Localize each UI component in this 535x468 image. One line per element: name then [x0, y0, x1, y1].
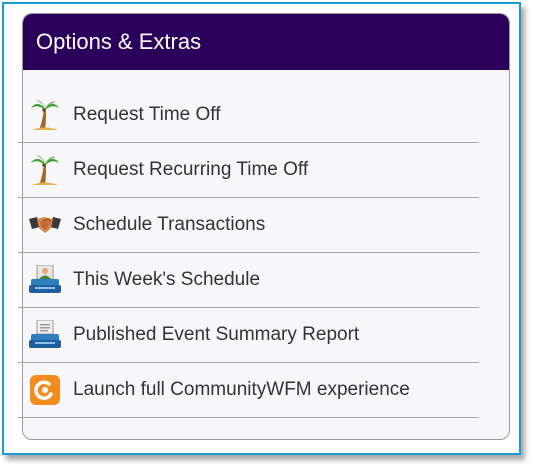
this-weeks-schedule-label: This Week's Schedule: [73, 269, 261, 290]
request-recurring-time-off-label: Request Recurring Time Off: [73, 159, 309, 180]
options-list: Request Time Off Request Recurring Time …: [18, 88, 479, 418]
launch-communitywfm-label: Launch full CommunityWFM experience: [73, 379, 410, 400]
this-weeks-schedule-link[interactable]: This Week's Schedule: [18, 253, 479, 308]
schedule-transactions-label: Schedule Transactions: [73, 214, 266, 235]
handshake-icon: [28, 208, 62, 242]
window-frame: Options & Extras Request Time Off Reques…: [2, 2, 521, 455]
printer-icon: [28, 318, 62, 352]
panel-title: Options & Extras: [36, 29, 202, 54]
communitywfm-logo-icon: [28, 373, 62, 407]
published-event-summary-report-link[interactable]: Published Event Summary Report: [18, 308, 479, 363]
request-time-off-label: Request Time Off: [73, 104, 221, 125]
palm-tree-icon: [28, 98, 62, 132]
palm-tree-icon: [28, 153, 62, 187]
request-recurring-time-off-link[interactable]: Request Recurring Time Off: [18, 143, 479, 198]
schedule-transactions-link[interactable]: Schedule Transactions: [18, 198, 479, 253]
request-time-off-link[interactable]: Request Time Off: [18, 88, 479, 143]
person-at-desk-icon: [28, 263, 62, 297]
launch-communitywfm-link[interactable]: Launch full CommunityWFM experience: [18, 363, 479, 418]
published-event-summary-report-label: Published Event Summary Report: [73, 324, 360, 345]
panel-header: Options & Extras: [23, 14, 509, 70]
